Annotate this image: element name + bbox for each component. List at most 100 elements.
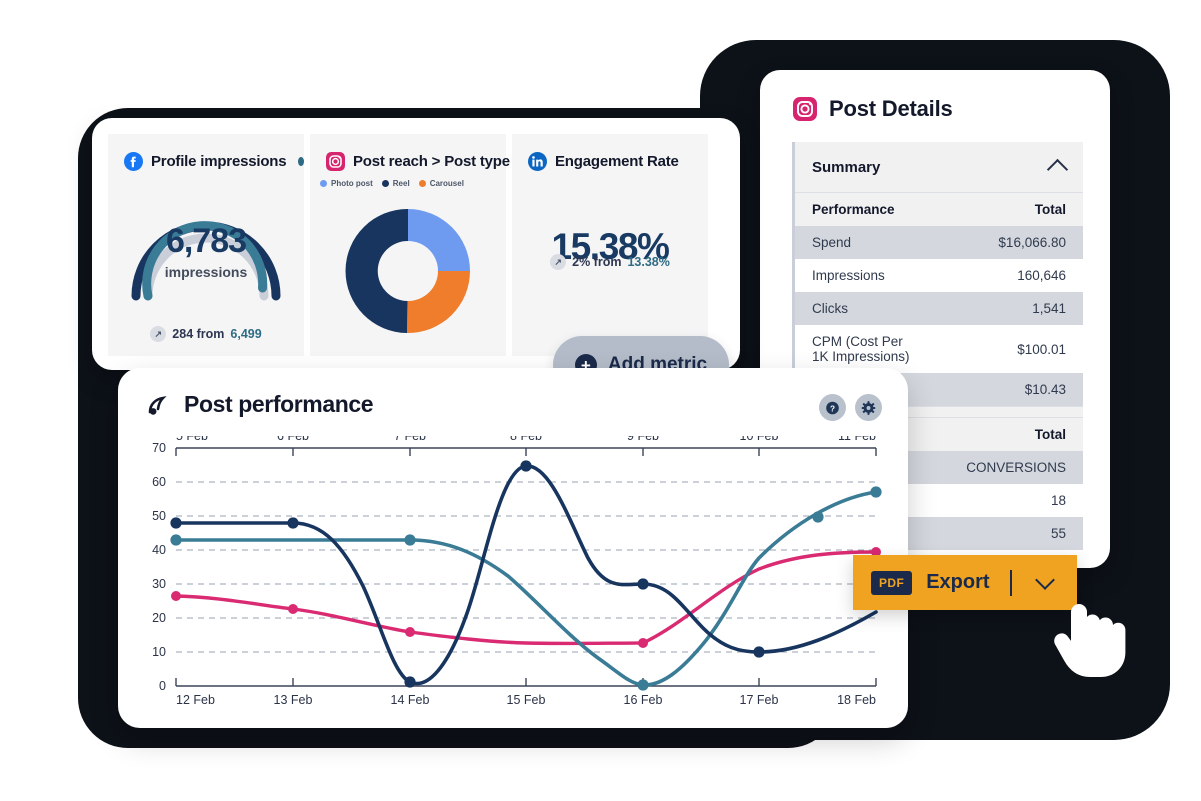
- line-series-navy: [174, 464, 878, 686]
- row-value: 1,541: [939, 292, 1083, 325]
- svg-text:15 Feb: 15 Feb: [507, 693, 546, 707]
- arrow-up-right-icon: ↗: [550, 254, 567, 270]
- svg-text:30: 30: [152, 577, 166, 591]
- donut-chart: [345, 208, 470, 334]
- svg-text:?: ?: [830, 404, 835, 413]
- legend-item-photo-post: Photo post: [320, 179, 373, 188]
- svg-text:70: 70: [152, 441, 166, 455]
- gauge-value: 6,783: [165, 222, 247, 260]
- line-series-pink: [174, 550, 878, 646]
- svg-text:50: 50: [152, 509, 166, 523]
- svg-text:8 Feb: 8 Feb: [510, 436, 542, 443]
- svg-text:60: 60: [152, 475, 166, 489]
- summary-label: Summary: [812, 158, 881, 176]
- column-header-performance: Performance: [795, 192, 939, 226]
- legend-item-reel: Reel: [381, 179, 410, 188]
- page-title: Post Details: [829, 96, 953, 121]
- post-details-header: Post Details: [760, 70, 1110, 122]
- chart-actions: ?: [819, 394, 882, 421]
- delta-text: 2% from: [572, 255, 622, 269]
- bottom-axis-ticks: [175, 678, 877, 686]
- gear-icon: [861, 400, 876, 415]
- table-row[interactable]: Impressions 160,646: [795, 259, 1083, 292]
- svg-text:0: 0: [159, 679, 166, 693]
- table-header-row: Performance Total: [795, 192, 1083, 226]
- svg-text:17 Feb: 17 Feb: [740, 693, 779, 707]
- svg-text:18 Feb: 18 Feb: [837, 693, 876, 707]
- tile-header: Engagement Rate: [512, 134, 708, 171]
- table-row[interactable]: Spend $16,066.80: [795, 226, 1083, 259]
- analytics-icon: [146, 393, 170, 417]
- post-performance-card: Post performance ? 70 60 50 40 30 20 10 …: [118, 368, 908, 728]
- svg-text:9 Feb: 9 Feb: [627, 436, 659, 443]
- row-value: $10.43: [939, 373, 1083, 407]
- export-label: Export: [926, 571, 990, 593]
- svg-text:12 Feb: 12 Feb: [176, 693, 215, 707]
- top-axis-ticks: [175, 448, 877, 456]
- row-value: 55: [939, 517, 1083, 550]
- delta-indicator: ↗ 284 from 6,499: [108, 326, 304, 342]
- summary-collapse-toggle[interactable]: Summary: [795, 142, 1083, 192]
- pdf-badge: PDF: [871, 570, 913, 595]
- row-value: $100.01: [939, 325, 1083, 373]
- instagram-icon: [792, 96, 818, 122]
- svg-text:6 Feb: 6 Feb: [277, 436, 309, 443]
- row-label: Spend: [795, 226, 939, 259]
- tile-title: Engagement Rate: [555, 153, 679, 170]
- table-row[interactable]: Clicks 1,541: [795, 292, 1083, 325]
- screenshot-stage: Post Details Summary Performance Total S…: [0, 0, 1201, 801]
- gridlines: [176, 481, 876, 653]
- svg-text:13 Feb: 13 Feb: [274, 693, 313, 707]
- delta-indicator: ↗ 2% from 13.38%: [512, 254, 708, 270]
- column-header-total-2: Total: [939, 417, 1083, 451]
- svg-text:11 Feb: 11 Feb: [838, 436, 876, 443]
- bottom-axis-labels: 12 Feb 13 Feb 14 Feb 15 Feb 16 Feb 17 Fe…: [176, 693, 876, 707]
- chevron-down-icon[interactable]: [1034, 570, 1055, 590]
- row-label: Clicks: [795, 292, 939, 325]
- settings-button[interactable]: [855, 394, 882, 421]
- tile-header: Post reach > Post type: [310, 134, 510, 171]
- linkedin-icon: [528, 152, 547, 171]
- row-value: CONVERSIONS: [939, 451, 1083, 484]
- question-mark-icon: ?: [826, 401, 839, 414]
- post-performance-header: Post performance: [118, 368, 908, 418]
- top-axis-labels: 5 Feb 6 Feb 7 Feb 8 Feb 9 Feb 10 Feb 11 …: [176, 436, 876, 443]
- metric-tile-engagement-rate[interactable]: Engagement Rate 15.38% ↗ 2% from 13.38%: [512, 134, 708, 356]
- metric-tile-post-reach[interactable]: Post reach > Post type Photo post Reel C…: [310, 134, 510, 356]
- chevron-up-icon: [1046, 158, 1069, 181]
- divider: [1009, 569, 1012, 596]
- metrics-card: Profile impressions 6,783 impressions ↗ …: [92, 118, 740, 370]
- tile-title: Profile impressions: [151, 153, 287, 170]
- svg-text:14 Feb: 14 Feb: [391, 693, 430, 707]
- row-value: 160,646: [939, 259, 1083, 292]
- svg-text:10: 10: [152, 645, 166, 659]
- table-row[interactable]: CPM (Cost Per 1K Impressions) $100.01: [795, 325, 1083, 373]
- metric-tile-profile-impressions[interactable]: Profile impressions 6,783 impressions ↗ …: [108, 134, 304, 356]
- delta-text: 284 from: [172, 327, 225, 341]
- y-axis-labels: 70 60 50 40 30 20 10 0: [152, 441, 166, 693]
- svg-text:10 Feb: 10 Feb: [740, 436, 779, 443]
- row-value: $16,066.80: [939, 226, 1083, 259]
- chart-title: Post performance: [184, 391, 374, 417]
- svg-text:5 Feb: 5 Feb: [176, 436, 208, 443]
- legend-swatch: [320, 180, 327, 187]
- legend-swatch: [381, 180, 389, 187]
- delta-compare: 6,499: [230, 327, 262, 341]
- column-header-total: Total: [939, 192, 1083, 226]
- points-series-navy: [170, 460, 765, 688]
- instagram-icon: [326, 152, 345, 171]
- legend-item-carousel: Carousel: [418, 179, 464, 188]
- status-dot-icon: [298, 157, 304, 166]
- export-button[interactable]: PDF Export: [853, 555, 1077, 610]
- facebook-icon: [124, 152, 143, 171]
- hand-pointer-cursor: [1052, 592, 1130, 678]
- row-value: 18: [939, 484, 1083, 517]
- tile-header: Profile impressions: [108, 134, 304, 171]
- svg-text:16 Feb: 16 Feb: [624, 693, 663, 707]
- row-label: CPM (Cost Per 1K Impressions): [795, 325, 939, 373]
- help-button[interactable]: ?: [819, 394, 846, 421]
- points-series-teal: [170, 486, 882, 691]
- post-performance-line-chart: 70 60 50 40 30 20 10 0 5 Feb 6 Feb 7 Feb…: [152, 436, 882, 707]
- line-series-teal: [174, 490, 878, 687]
- donut-legend: Photo post Reel Carousel: [310, 171, 506, 188]
